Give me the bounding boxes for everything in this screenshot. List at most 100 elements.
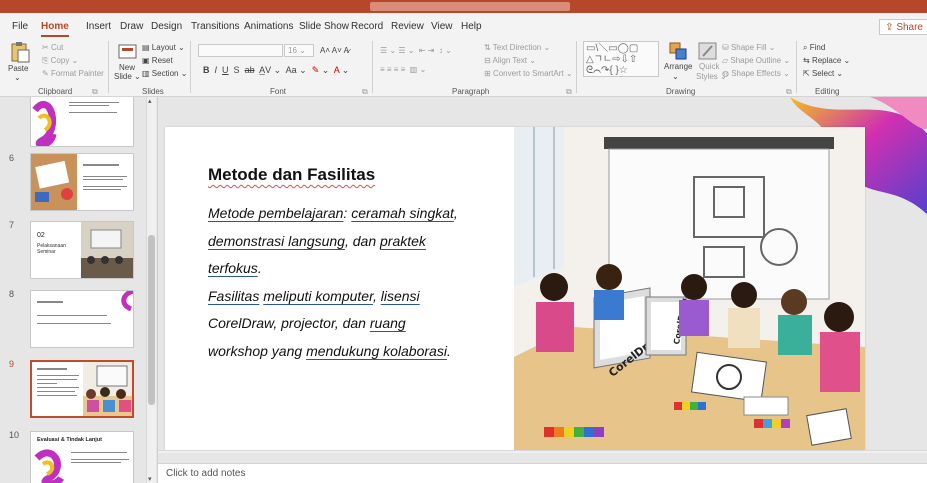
tab-help[interactable]: Help [461,21,482,32]
tab-view[interactable]: View [431,21,453,32]
thumb-text-line [37,375,79,376]
slide-thumbnail-10[interactable]: Evaluasi & Tindak Lanjut [30,431,134,483]
thumb-text-line [69,112,117,113]
tab-slide-show[interactable]: Slide Show [299,21,349,32]
clipboard-launcher-icon[interactable]: ⧉ [92,87,98,97]
shape-effects-button[interactable]: ◍ Shape Effects ⌄ [722,69,790,78]
text-direction-button[interactable]: ⇅ Text Direction ⌄ [484,43,550,52]
tab-home[interactable]: Home [41,21,69,37]
paragraph-group-label: Paragraph [452,87,490,96]
thumb-text-line [69,105,109,106]
quick-styles-label[interactable]: Quick [699,62,719,71]
select-button[interactable]: ⇱ Select ⌄ [803,69,843,78]
effects-icon: ◍ [722,69,729,78]
scroll-down-icon[interactable]: ▾ [148,475,152,483]
ribbon: Paste ⌄ ✂ Cut ⎘ Copy ⌄ ✎ Format Painter … [0,37,927,97]
notes-pane[interactable]: Click to add notes [158,463,927,483]
slide-thumbnail-9-selected[interactable] [30,360,134,418]
canvas-horizontal-scrollbar[interactable]: ◂ ▸ [158,450,927,453]
tab-transitions[interactable]: Transitions [191,21,240,32]
align-buttons[interactable]: ≡ ≡ ≡ ≡ ▥ ⌄ [380,65,426,74]
slide-thumbnail-5[interactable] [30,97,134,147]
tab-design[interactable]: Design [151,21,182,32]
scroll-up-icon[interactable]: ▴ [148,97,152,105]
search-icon: ⌕ [803,43,808,52]
tab-animations[interactable]: Animations [244,21,293,32]
slide-thumbnail-6[interactable] [30,153,134,211]
arrange-dropdown-icon[interactable]: ⌄ [672,72,679,81]
tab-file[interactable]: File [12,21,28,32]
thumb-text-line [69,102,119,103]
find-button[interactable]: ⌕ Find [803,43,825,53]
slide-number: 7 [9,220,15,230]
paste-icon[interactable] [9,41,31,63]
convert-smartart-button[interactable]: ⊞ Convert to SmartArt ⌄ [484,69,573,78]
separator [576,41,577,93]
workshop-illustration: CorelDraw CorelDraw [514,127,865,450]
font-name-box[interactable] [198,44,283,57]
paste-dropdown-icon[interactable]: ⌄ [14,73,21,82]
shape-fill-button[interactable]: ⛁ Shape Fill ⌄ [722,43,775,52]
paste-label[interactable]: Paste [8,64,28,73]
thumbnails-scrollbar[interactable]: ▴ ▾ [146,97,156,483]
layout-icon: ▤ [142,43,150,52]
slide-thumbnail-8[interactable] [30,290,134,348]
shapes-gallery[interactable]: ▭\＼▭◯▢ △ㄱㄴ⇨⇩⇧ ᘓ⌒↷{ }☆ [583,41,659,77]
font-size-box[interactable]: 16 ⌄ [284,44,314,57]
tab-insert[interactable]: Insert [86,21,111,32]
slide-thumbnail-7[interactable]: 02 Pelaksanaan Seminar [30,221,134,279]
highlight-icon: ✎ [311,65,320,75]
reset-icon: ▣ [142,56,150,65]
tab-review[interactable]: Review [391,21,424,32]
slide-editing-area: Metode dan Fasilitas Metode pembelajaran… [158,97,927,453]
reset-button[interactable]: ▣ Reset [142,56,173,65]
paragraph-launcher-icon[interactable]: ⧉ [566,87,572,97]
align-text-button[interactable]: ⊟ Align Text ⌄ [484,56,536,65]
thumb-text-line [83,176,127,177]
current-slide[interactable]: Metode dan Fasilitas Metode pembelajaran… [165,127,865,450]
new-slide-label[interactable]: New [119,63,135,72]
drawing-launcher-icon[interactable]: ⧉ [786,87,792,97]
font-size-controls[interactable]: A˄ A˅ A̷ [320,46,349,55]
thumbnail-image [81,222,133,278]
notes-placeholder[interactable]: Click to add notes [166,468,246,479]
font-launcher-icon[interactable]: ⧉ [362,87,368,97]
quick-styles-icon[interactable] [697,41,719,61]
shape-outline-button[interactable]: ▱ Shape Outline ⌄ [722,56,790,65]
arrange-label[interactable]: Arrange [664,62,692,71]
body-line-5: CorelDraw, projector, dan ruang [208,315,406,331]
search-box[interactable] [370,2,570,11]
scrollbar-thumb[interactable] [148,235,155,405]
format-painter-button[interactable]: ✎ Format Painter [42,69,104,78]
new-slide-label-2[interactable]: Slide ⌄ [114,72,141,81]
scroll-left-icon[interactable]: ◂ [161,451,165,453]
thumb-text-line [37,395,77,396]
share-button[interactable]: ⇪ Share [879,19,927,35]
cursor-icon: ⇱ [803,69,810,78]
outline-icon: ▱ [722,56,729,65]
thumbnail-image [83,362,132,416]
section-button[interactable]: ▥ Section ⌄ [142,69,187,78]
new-slide-icon[interactable] [117,42,139,62]
replace-button[interactable]: ⇆ Replace ⌄ [803,56,850,65]
slide-body-text[interactable]: Metode pembelajaran: ceramah singkat, de… [208,205,508,370]
thumb-text-line [37,387,79,388]
tab-draw[interactable]: Draw [120,21,143,32]
copy-button[interactable]: ⎘ Copy ⌄ [42,56,78,66]
list-buttons[interactable]: ☰ ⌄ ☰ ⌄ ⇤ ⇥ ↕ ⌄ [380,46,452,55]
thumb-text-line [37,323,111,324]
arrange-icon[interactable] [668,41,690,63]
replace-icon: ⇆ [803,56,810,65]
thumb-section-number: 02 [37,232,45,239]
font-format-buttons[interactable]: B I U S ab A̲V ⌄ Aa ⌄ ✎ ⌄ A ⌄ [203,65,349,76]
editing-group-label: Editing [815,87,840,96]
thumb-text-line [37,391,75,392]
slide-title[interactable]: Metode dan Fasilitas [208,165,375,185]
cut-button[interactable]: ✂ Cut [42,43,63,52]
slide-number: 8 [9,289,15,299]
thumb-text-line [71,462,121,463]
layout-button[interactable]: ▤ Layout ⌄ [142,43,185,52]
clear-format-icon: A̷ [343,46,349,55]
tab-record[interactable]: Record [351,21,383,32]
scroll-right-icon[interactable]: ▸ [920,451,924,453]
